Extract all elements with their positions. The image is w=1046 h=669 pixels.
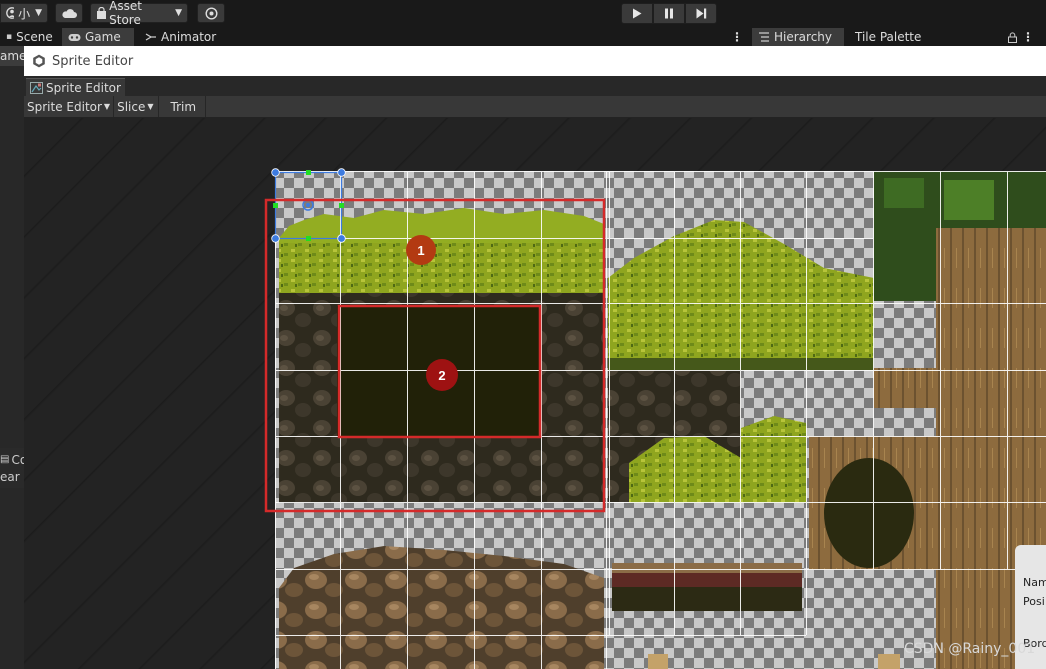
resize-handle[interactable] xyxy=(337,234,346,243)
asset-store-button[interactable]: Asset Store ▼ xyxy=(90,0,188,27)
sprite-editor-window-title: Sprite Editor xyxy=(52,53,134,69)
account-dropdown[interactable]: 小 ▼ xyxy=(0,3,48,23)
sprite-editor-mode-dropdown[interactable]: Sprite Editor ▼ xyxy=(24,96,115,117)
tab-scene-label: Scene xyxy=(16,30,53,44)
sprite-sheet-view: 1 2 xyxy=(264,168,1046,669)
clear-label: ear xyxy=(0,470,20,484)
console-icon: ▤ xyxy=(0,454,10,465)
more-options-button[interactable]: ⋮ xyxy=(730,28,744,46)
border-handle[interactable] xyxy=(339,203,344,208)
border-handle[interactable] xyxy=(306,236,311,241)
play-icon xyxy=(633,8,642,19)
hierarchy-icon xyxy=(759,32,769,42)
annotation-marker-2: 2 xyxy=(426,359,458,391)
tab-hierarchy-label: Hierarchy xyxy=(774,30,833,44)
trim-label: Trim xyxy=(170,99,197,114)
tab-sprite-editor[interactable]: Sprite Editor xyxy=(26,78,125,96)
step-icon xyxy=(696,8,706,19)
kebab-menu-icon: ⋮ xyxy=(731,30,743,44)
gamepad-icon xyxy=(68,33,81,41)
pause-button[interactable] xyxy=(653,3,685,24)
lock-icon xyxy=(1007,31,1017,43)
tab-animator-label: Animator xyxy=(161,30,217,44)
account-icon xyxy=(6,7,15,19)
tab-tile-palette-label: Tile Palette xyxy=(855,30,922,44)
chevron-down-icon: ▼ xyxy=(103,102,111,111)
resize-handle[interactable] xyxy=(271,168,280,177)
sprite-editor-window: Sprite Editor Sprite Editor Sprite Edito… xyxy=(24,46,1046,669)
resize-handle[interactable] xyxy=(337,168,346,177)
watermark: CSDN @Rainy_001 xyxy=(904,641,1036,657)
kebab-menu-icon: ⋮ xyxy=(1022,30,1034,44)
shopping-bag-icon xyxy=(97,7,106,19)
annotation-marker-1: 1 xyxy=(406,235,436,265)
cloud-icon xyxy=(62,8,77,18)
account-label: 小 xyxy=(18,6,31,21)
sprite-editor-toolbar: Sprite Editor ▼ Slice ▼ Trim xyxy=(24,96,1046,118)
console-tab-label: Co xyxy=(11,452,24,467)
tab-tile-palette[interactable]: Tile Palette xyxy=(849,28,927,46)
clear-button[interactable]: ear xyxy=(0,468,24,488)
marker-1-text: 1 xyxy=(417,243,424,258)
marker-2-text: 2 xyxy=(438,368,445,383)
animator-icon xyxy=(145,33,156,41)
slice-label: Slice xyxy=(117,99,146,114)
collab-button[interactable] xyxy=(197,3,225,23)
editor-tab-strip: ▪ Scene Game Animator ⋮ Hierarchy Tile P… xyxy=(0,28,1046,46)
sprite-editor-icon xyxy=(30,81,43,94)
mode-dropdown-label: Sprite Editor xyxy=(27,99,102,114)
console-panel-tab[interactable]: ▤ Co ear xyxy=(0,448,24,488)
tab-sprite-editor-label: Sprite Editor xyxy=(46,80,121,95)
top-toolbar: 小 ▼ Asset Store ▼ xyxy=(0,0,1046,28)
tab-scene[interactable]: ▪ Scene xyxy=(0,28,59,46)
play-controls xyxy=(621,3,717,24)
sprite-canvas[interactable]: 1 2 xyxy=(24,118,1046,669)
play-button[interactable] xyxy=(621,3,653,24)
sprite-editor-title-bar[interactable]: Sprite Editor xyxy=(24,46,1046,76)
hierarchy-options-button[interactable]: ⋮ xyxy=(1021,28,1035,46)
chevron-down-icon: ▼ xyxy=(147,102,154,111)
scene-icon: ▪ xyxy=(6,32,13,42)
tab-game-label: Game xyxy=(85,30,121,44)
pause-icon xyxy=(665,8,673,19)
left-panel-tab[interactable]: ame xyxy=(0,46,24,66)
tab-animator[interactable]: Animator xyxy=(139,28,222,46)
trim-button[interactable]: Trim xyxy=(159,96,207,117)
resize-handle[interactable] xyxy=(271,234,280,243)
border-handle[interactable] xyxy=(273,203,278,208)
lock-button[interactable] xyxy=(1003,28,1021,46)
step-button[interactable] xyxy=(685,3,717,24)
game-view-background xyxy=(0,46,24,669)
cloud-button[interactable] xyxy=(55,3,83,23)
chevron-down-icon: ▼ xyxy=(35,8,42,18)
position-label: Posi xyxy=(1023,595,1045,608)
sprite-editor-tab-row: Sprite Editor xyxy=(24,76,1046,96)
slice-dropdown[interactable]: Slice ▼ xyxy=(114,96,159,117)
tab-hierarchy[interactable]: Hierarchy xyxy=(752,28,844,46)
name-label: Nam xyxy=(1023,576,1046,589)
tab-game[interactable]: Game xyxy=(62,28,134,46)
unity-logo-icon xyxy=(33,54,45,68)
left-panel-tab-label: ame xyxy=(0,49,24,63)
settings-icon xyxy=(204,6,218,20)
asset-store-label: Asset Store xyxy=(109,0,142,27)
chevron-down-icon: ▼ xyxy=(175,8,182,18)
border-handle[interactable] xyxy=(306,170,311,175)
